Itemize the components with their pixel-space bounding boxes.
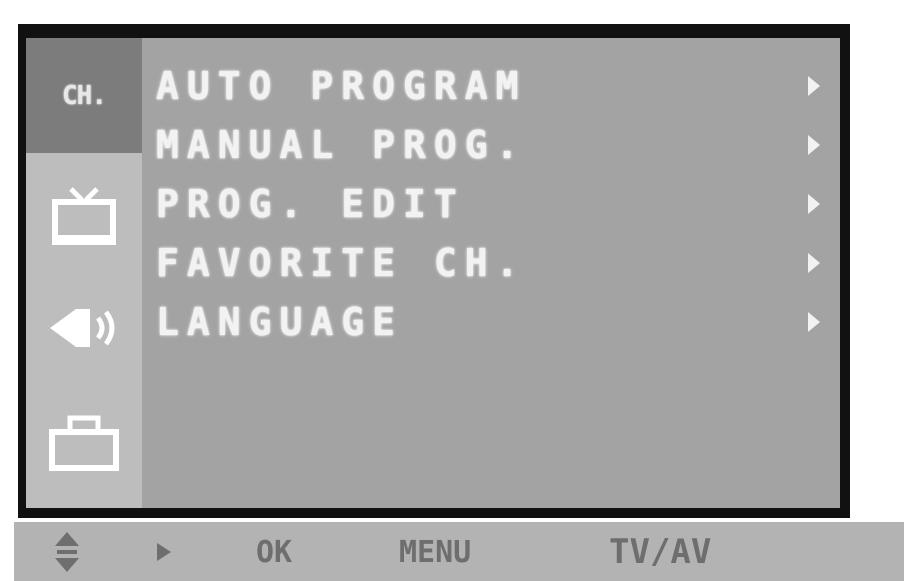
menu-item-label: FAVORITE CH.: [156, 240, 527, 285]
briefcase-icon: [49, 415, 119, 471]
hint-right: [154, 530, 174, 574]
hint-ok-label: OK: [256, 534, 293, 570]
submenu-arrow-icon: [808, 75, 820, 96]
hint-ok: OK: [256, 530, 292, 574]
up-down-arrow-icon: [55, 532, 79, 572]
tab-picture[interactable]: [26, 168, 142, 263]
menu-item-manual-prog[interactable]: MANUAL PROG.: [156, 115, 820, 174]
tv-icon: [52, 186, 116, 245]
submenu-arrow-icon: [808, 193, 820, 214]
menu-item-auto-program[interactable]: AUTO PROGRAM: [156, 56, 820, 115]
key-hint-bar: OK MENU TV/AV: [14, 522, 904, 581]
osd-menu-frame: CH. AUTO PROGRAM MANUAL PROG. PROG. EDIT…: [18, 24, 850, 518]
menu-item-favorite-ch[interactable]: FAVORITE CH.: [156, 233, 820, 292]
menu-item-label: AUTO PROGRAM: [156, 63, 527, 108]
tab-sound[interactable]: [26, 283, 142, 373]
tab-channel-label: CH.: [62, 80, 107, 111]
hint-tvav-label: TV/AV: [609, 532, 712, 572]
hint-menu-label: MENU: [399, 534, 472, 570]
submenu-arrow-icon: [808, 252, 820, 273]
menu-item-label: LANGUAGE: [156, 299, 404, 344]
submenu-arrow-icon: [808, 311, 820, 332]
tab-special[interactable]: [26, 393, 142, 493]
hint-menu: MENU: [399, 530, 471, 574]
menu-item-prog-edit[interactable]: PROG. EDIT: [156, 174, 820, 233]
submenu-arrow-icon: [808, 134, 820, 155]
menu-item-language[interactable]: LANGUAGE: [156, 292, 820, 351]
hint-up-down: [52, 530, 82, 574]
menu-sidebar: CH.: [26, 38, 142, 508]
tab-channel[interactable]: CH.: [26, 38, 142, 153]
menu-item-label: PROG. EDIT: [156, 181, 465, 226]
hint-tvav: TV/AV: [609, 530, 711, 574]
osd-menu-panel: CH. AUTO PROGRAM MANUAL PROG. PROG. EDIT…: [26, 38, 840, 508]
channel-menu-list: AUTO PROGRAM MANUAL PROG. PROG. EDIT FAV…: [156, 56, 820, 351]
right-arrow-icon: [157, 543, 171, 561]
menu-item-label: MANUAL PROG.: [156, 122, 527, 167]
speaker-icon: [50, 309, 115, 347]
